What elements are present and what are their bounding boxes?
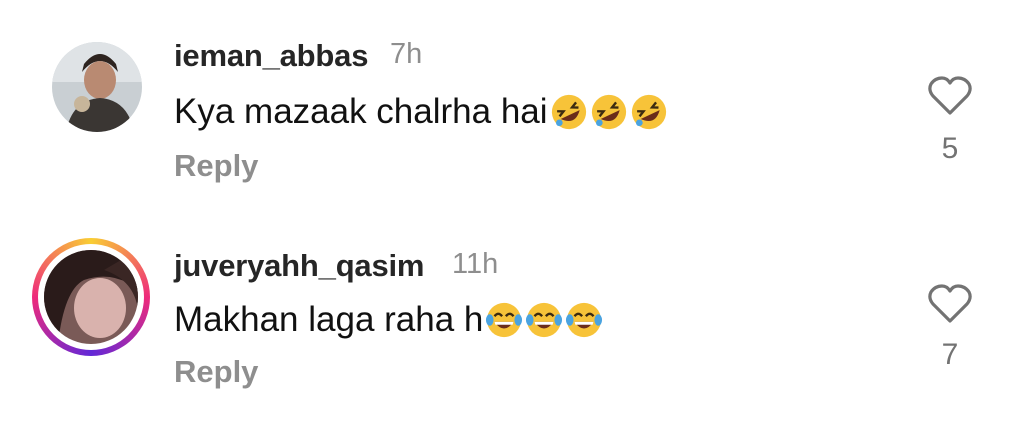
heart-icon[interactable] bbox=[928, 284, 972, 324]
reply-button[interactable]: Reply bbox=[174, 354, 258, 390]
comment-item: juveryahh_qasim 11h Makhan laga raha h R… bbox=[0, 0, 1024, 389]
username[interactable]: juveryahh_qasim bbox=[174, 248, 424, 284]
tears-of-joy-emoji-icon bbox=[486, 302, 523, 338]
tears-of-joy-emoji-icon bbox=[526, 302, 563, 338]
tears-of-joy-emoji-icon bbox=[566, 302, 603, 338]
avatar[interactable] bbox=[44, 250, 138, 344]
timestamp: 11h bbox=[452, 248, 499, 280]
comment-text-body: Makhan laga raha h bbox=[174, 300, 484, 339]
like-count: 7 bbox=[941, 338, 959, 371]
avatar-image bbox=[44, 250, 138, 344]
comment-text: Makhan laga raha h bbox=[174, 300, 603, 340]
